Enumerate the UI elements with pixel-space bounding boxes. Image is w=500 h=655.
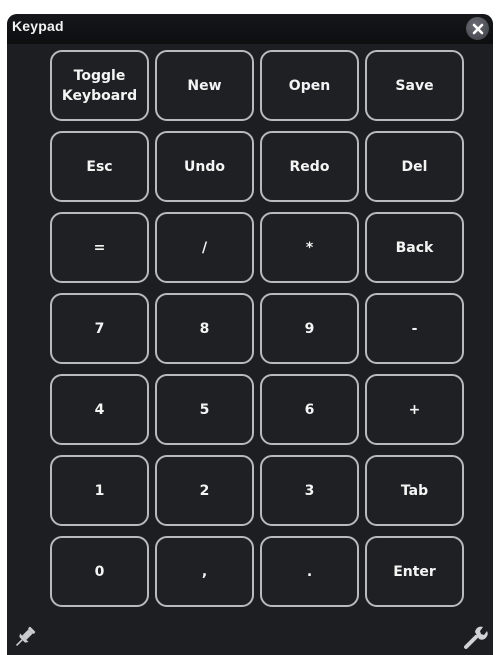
keypad-window: Keypad Toggle Keyboard New Open Save Esc Undo… <box>7 14 493 655</box>
pin-button[interactable] <box>11 623 39 651</box>
enter-key[interactable]: Enter <box>365 536 464 607</box>
key-7[interactable]: 7 <box>50 293 149 364</box>
toggle-keyboard-key[interactable]: Toggle Keyboard <box>50 50 149 121</box>
window-title: Keypad <box>12 18 64 34</box>
comma-key[interactable]: , <box>155 536 254 607</box>
undo-key[interactable]: Undo <box>155 131 254 202</box>
pin-icon <box>15 626 36 647</box>
open-key[interactable]: Open <box>260 50 359 121</box>
key-4[interactable]: 4 <box>50 374 149 445</box>
close-button[interactable] <box>466 17 489 40</box>
key-6[interactable]: 6 <box>260 374 359 445</box>
redo-key[interactable]: Redo <box>260 131 359 202</box>
settings-button[interactable] <box>461 623 489 651</box>
period-key[interactable]: . <box>260 536 359 607</box>
key-5[interactable]: 5 <box>155 374 254 445</box>
key-2[interactable]: 2 <box>155 455 254 526</box>
del-key[interactable]: Del <box>365 131 464 202</box>
divide-key[interactable]: / <box>155 212 254 283</box>
key-8[interactable]: 8 <box>155 293 254 364</box>
save-key[interactable]: Save <box>365 50 464 121</box>
esc-key[interactable]: Esc <box>50 131 149 202</box>
tab-key[interactable]: Tab <box>365 455 464 526</box>
key-1[interactable]: 1 <box>50 455 149 526</box>
key-0[interactable]: 0 <box>50 536 149 607</box>
new-key[interactable]: New <box>155 50 254 121</box>
multiply-key[interactable]: * <box>260 212 359 283</box>
plus-key[interactable]: + <box>365 374 464 445</box>
minus-key[interactable]: - <box>365 293 464 364</box>
close-icon <box>472 23 483 34</box>
equals-key[interactable]: = <box>50 212 149 283</box>
wrench-icon <box>464 626 488 649</box>
title-bar[interactable]: Keypad <box>7 14 493 44</box>
back-key[interactable]: Back <box>365 212 464 283</box>
key-9[interactable]: 9 <box>260 293 359 364</box>
key-3[interactable]: 3 <box>260 455 359 526</box>
